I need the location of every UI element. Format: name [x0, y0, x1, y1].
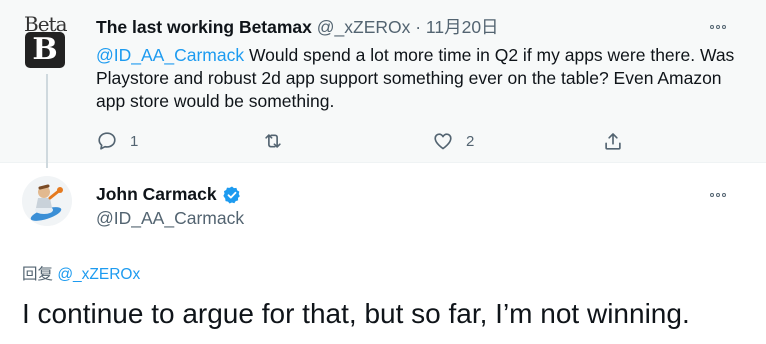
- handle[interactable]: @ID_AA_Carmack: [96, 208, 244, 229]
- reply-prefix: 回复: [22, 266, 58, 283]
- reply-target-link[interactable]: @_xZEROx: [57, 266, 140, 283]
- like-icon: [434, 133, 452, 150]
- verified-badge-icon: [222, 186, 240, 203]
- more-options-icon[interactable]: [706, 188, 730, 202]
- avatar[interactable]: [22, 176, 72, 226]
- avatar-illustration-icon: [22, 176, 72, 226]
- parent-tweet[interactable]: Beta B The last working Betamax @_xZEROx…: [0, 0, 766, 168]
- handle-and-date[interactable]: @_xZEROx · 11月20日: [312, 17, 499, 37]
- more-options-icon[interactable]: [706, 20, 730, 34]
- display-name[interactable]: The last working Betamax: [96, 17, 312, 37]
- like-button[interactable]: 2: [432, 130, 474, 152]
- share-button[interactable]: [602, 130, 624, 152]
- like-count: 2: [466, 132, 475, 150]
- reply-button[interactable]: 1: [96, 130, 138, 152]
- display-name[interactable]: John Carmack: [96, 184, 217, 205]
- mention-link[interactable]: @ID_AA_Carmack: [96, 45, 244, 65]
- tweet-text: @ID_AA_Carmack Would spend a lot more ti…: [96, 44, 746, 113]
- avatar[interactable]: Beta B: [22, 12, 72, 68]
- tweet-header: The last working Betamax @_xZEROx · 11月2…: [96, 16, 499, 38]
- reply-icon: [98, 132, 116, 150]
- reply-count: 1: [130, 132, 139, 150]
- tweet-actions: 1 2: [0, 130, 766, 154]
- avatar-letter: B: [25, 32, 65, 68]
- share-icon: [605, 133, 621, 150]
- tweet-text: I continue to argue for that, but so far…: [22, 298, 690, 329]
- retweet-icon: [265, 134, 281, 148]
- replying-to: 回复 @_xZEROx: [22, 262, 140, 284]
- retweet-button[interactable]: [262, 130, 296, 152]
- reply-author: John Carmack: [96, 184, 242, 205]
